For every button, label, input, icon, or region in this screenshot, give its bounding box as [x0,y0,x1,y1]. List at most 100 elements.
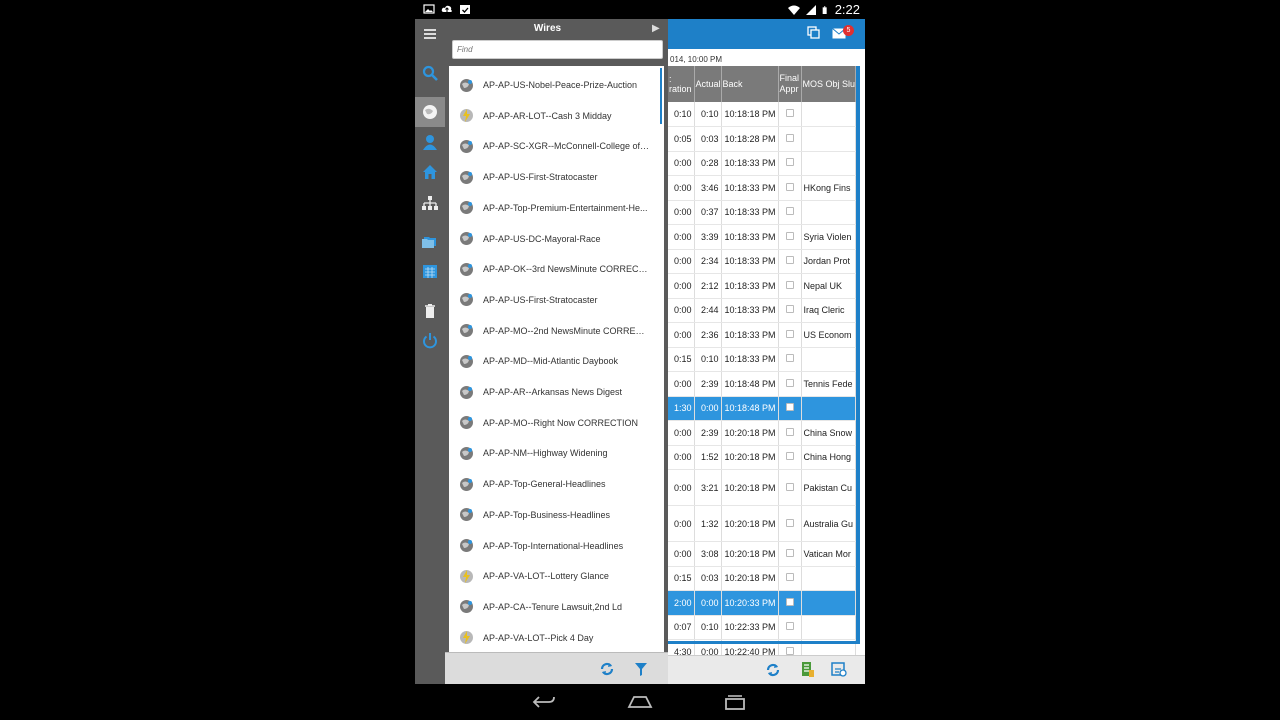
table-row[interactable]: 0:00 2:44 10:18:33 PM Iraq Cleric [668,298,856,323]
wire-list-item[interactable]: AP-AP-MD--Mid-Atlantic Daybook [449,346,664,376]
cell-final-approval[interactable] [778,566,802,591]
script-icon[interactable] [801,661,815,678]
hierarchy-icon[interactable] [421,194,439,212]
table-row[interactable]: 0:00 1:52 10:20:18 PM China Hong [668,445,856,470]
refresh-icon[interactable] [765,662,781,678]
wire-list-item[interactable]: AP-AP-SC-XGR--McConnell-College of C... [449,131,664,161]
final-approval-checkbox[interactable] [785,646,794,655]
cell-final-approval[interactable] [778,347,802,372]
final-approval-checkbox[interactable] [785,182,794,191]
wire-list-item[interactable]: AP-AP-Top-Premium-Entertainment-He... [449,193,664,223]
cell-final-approval[interactable] [778,469,802,506]
final-approval-checkbox[interactable] [785,207,794,216]
final-approval-checkbox[interactable] [785,231,794,240]
table-row[interactable]: 0:00 3:21 10:20:18 PM Pakistan Cu [668,469,856,506]
final-approval-checkbox[interactable] [785,305,794,314]
power-icon[interactable] [421,331,439,349]
table-row[interactable]: 0:00 2:39 10:18:48 PM Tennis Fede [668,371,856,397]
final-approval-checkbox[interactable] [785,354,794,363]
wire-list-item[interactable]: AP-AP-US-First-Stratocaster [449,162,664,192]
final-approval-checkbox[interactable] [785,482,794,491]
find-input[interactable] [452,40,663,59]
table-row[interactable]: 0:00 1:32 10:20:18 PM Australia Gu [668,505,856,542]
table-row[interactable]: 1:30 0:00 10:18:48 PM [668,396,856,421]
final-approval-checkbox[interactable] [785,518,794,527]
preview-icon[interactable] [831,661,847,677]
trash-icon[interactable] [421,302,439,320]
copy-icon[interactable] [807,26,821,40]
wire-list-item[interactable]: AP-AP-CA--Tenure Lawsuit,2nd Ld [449,592,664,622]
wires-globe-icon[interactable] [421,103,439,121]
final-approval-checkbox[interactable] [785,280,794,289]
final-approval-checkbox[interactable] [785,597,794,606]
cell-final-approval[interactable] [778,396,802,421]
final-approval-checkbox[interactable] [785,329,794,338]
menu-icon[interactable] [421,26,439,44]
table-row[interactable]: 0:10 0:10 10:18:18 PM [668,102,856,127]
column-header-mos-obj-slug[interactable]: MOS Obj Slu [801,66,856,102]
column-header-back[interactable]: Back [721,66,779,102]
cell-final-approval[interactable] [778,590,802,616]
table-row[interactable]: 0:00 2:12 10:18:33 PM Nepal UK [668,273,856,299]
cell-final-approval[interactable] [778,151,802,176]
final-approval-checkbox[interactable] [785,109,794,117]
cell-final-approval[interactable] [778,224,802,250]
column-header-final-approval[interactable]: Final Appr [778,66,802,102]
wire-list-item[interactable]: AP-AP-Top-General-Headlines [449,469,664,499]
final-approval-checkbox[interactable] [785,378,794,387]
final-approval-checkbox[interactable] [785,427,794,436]
wires-scroll-indicator[interactable] [660,68,662,124]
wire-list-item[interactable]: AP-AP-NM--Highway Widening [449,438,664,468]
wire-list-item[interactable]: AP-AP-AR-LOT--Cash 3 Midday [449,101,664,131]
cell-final-approval[interactable] [778,200,802,225]
final-approval-checkbox[interactable] [785,403,794,412]
table-row[interactable]: 0:00 2:36 10:18:33 PM US Econom [668,322,856,348]
cell-final-approval[interactable] [778,505,802,542]
column-header-duration[interactable]: : ration [668,66,695,102]
calendar-icon[interactable] [421,262,439,280]
wire-list-item[interactable]: AP-AP-MO--2nd NewsMinute CORRECT... [449,316,664,346]
user-icon[interactable] [421,133,439,151]
cell-final-approval[interactable] [778,420,802,446]
final-approval-checkbox[interactable] [785,548,794,557]
wire-list-item[interactable]: AP-AP-US-DC-Mayoral-Race [449,224,664,254]
wire-list-item[interactable]: AP-AP-US-First-Stratocaster [449,285,664,315]
back-icon[interactable] [531,694,557,710]
cell-final-approval[interactable] [778,298,802,323]
home-button-icon[interactable] [626,695,654,709]
home-icon[interactable] [421,163,439,181]
table-row[interactable]: 0:00 3:39 10:18:33 PM Syria Violen [668,224,856,250]
wire-list-item[interactable]: AP-AP-VA-LOT--Pick 4 Day [449,623,664,653]
cell-final-approval[interactable] [778,102,802,127]
table-row[interactable]: 0:15 0:03 10:20:18 PM [668,566,856,591]
table-row[interactable]: 0:00 3:46 10:18:33 PM HKong Fins [668,175,856,201]
final-approval-checkbox[interactable] [785,452,794,461]
cell-final-approval[interactable] [778,126,802,152]
cell-final-approval[interactable] [778,615,802,640]
wire-list-item[interactable]: AP-AP-Top-Business-Headlines [449,500,664,530]
final-approval-checkbox[interactable] [785,256,794,265]
table-row[interactable]: 0:05 0:03 10:18:28 PM [668,126,856,152]
cell-final-approval[interactable] [778,175,802,201]
wire-list-item[interactable]: AP-AP-US-Nobel-Peace-Prize-Auction [449,70,664,100]
table-row[interactable]: 0:07 0:10 10:22:33 PM [668,615,856,640]
table-row[interactable]: 0:00 0:28 10:18:33 PM [668,151,856,176]
column-header-actual[interactable]: Actual [694,66,722,102]
table-row[interactable]: 0:15 0:10 10:18:33 PM [668,347,856,372]
collapse-arrow-icon[interactable]: ▶ [652,23,660,34]
rundown-scroll-indicator[interactable] [856,66,860,644]
final-approval-checkbox[interactable] [785,158,794,167]
final-approval-checkbox[interactable] [785,133,794,142]
table-row[interactable]: 0:00 3:08 10:20:18 PM Vatican Mor [668,541,856,567]
wire-list-item[interactable]: AP-AP-AR--Arkansas News Digest [449,377,664,407]
wire-list-item[interactable]: AP-AP-Top-International-Headlines [449,531,664,561]
wire-list-item[interactable]: AP-AP-MO--Right Now CORRECTION [449,408,664,438]
cell-final-approval[interactable] [778,322,802,348]
folders-icon[interactable] [421,231,439,249]
table-row[interactable]: 0:00 2:39 10:20:18 PM China Snow [668,420,856,446]
table-row[interactable]: 0:00 0:37 10:18:33 PM [668,200,856,225]
wire-list-item[interactable]: AP-AP-OK--3rd NewsMinute CORRECTI... [449,254,664,284]
cell-final-approval[interactable] [778,273,802,299]
refresh-wires-icon[interactable] [599,661,615,677]
cell-final-approval[interactable] [778,541,802,567]
